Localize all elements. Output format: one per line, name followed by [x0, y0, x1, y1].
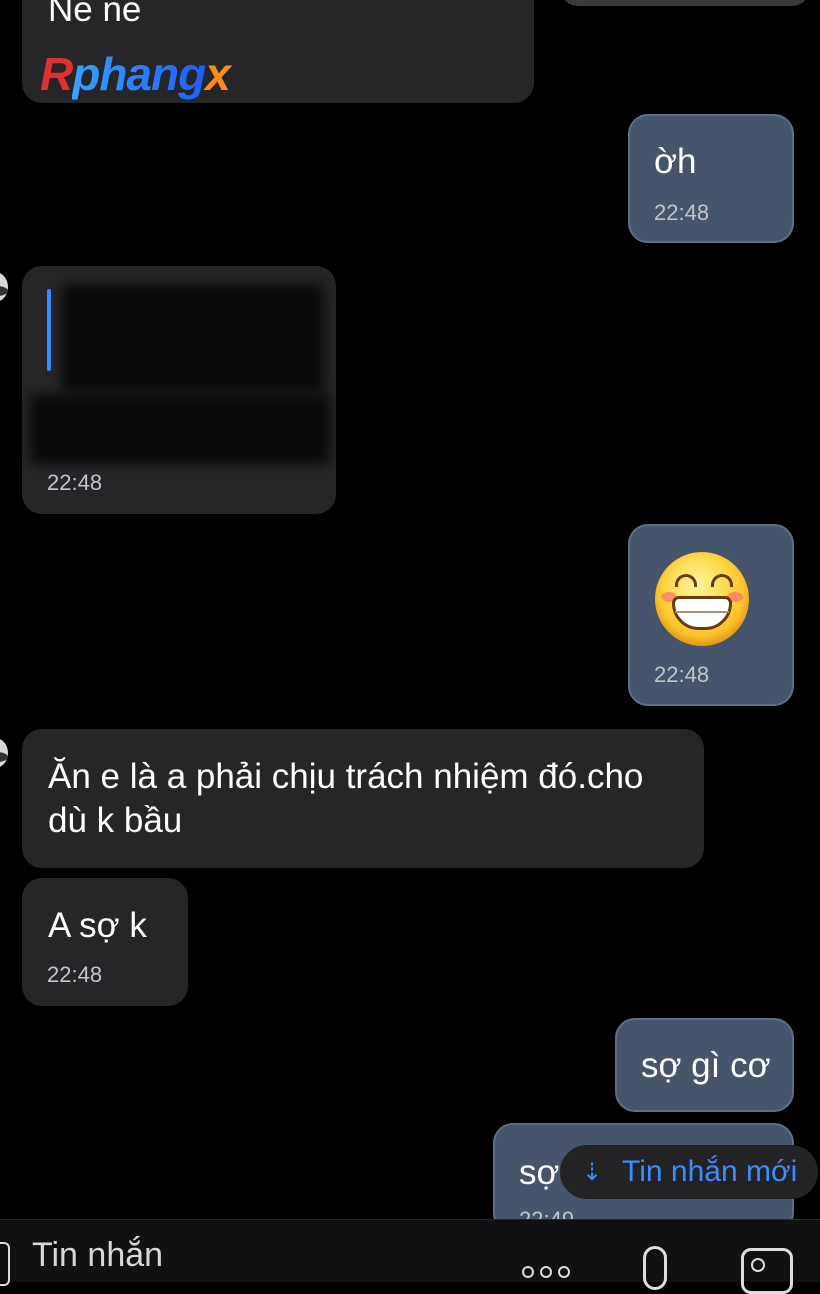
message-time: 22:48 — [654, 200, 710, 225]
message-text: sợ — [519, 1153, 560, 1192]
avatar[interactable] — [0, 272, 8, 302]
message-bubble-incoming[interactable]: A sợ k 22:48 — [22, 878, 188, 1006]
previous-message-edge — [560, 0, 810, 6]
redacted-content — [30, 394, 330, 464]
message-text: sợ gì cơ — [641, 1046, 771, 1085]
avatar[interactable] — [0, 738, 8, 768]
message-bubble-incoming[interactable]: Ăn e là a phải chịu trách nhiệm đó.cho d… — [22, 729, 704, 868]
message-time: 22:48 — [47, 470, 103, 495]
new-messages-button[interactable]: ⇣ Tin nhắn mới — [560, 1145, 818, 1199]
watermark-logo: Rphangx — [40, 48, 231, 100]
message-bubble-outgoing[interactable]: sợ gì cơ — [615, 1018, 794, 1112]
message-bubble-outgoing[interactable]: ờh 22:48 — [628, 114, 794, 243]
message-text: Ăn e là a phải chịu trách nhiệm đó.cho d… — [48, 757, 644, 840]
message-text: A sợ k — [48, 906, 147, 945]
message-composer: Tin nhắn — [0, 1219, 820, 1294]
message-text: ờh — [654, 142, 697, 181]
message-text: Ne ne — [48, 0, 142, 29]
redacted-content — [62, 284, 324, 392]
sticker-icon[interactable] — [0, 1242, 10, 1286]
double-chevron-down-icon: ⇣ — [582, 1159, 603, 1186]
grinning-face-icon — [655, 552, 749, 646]
new-messages-label: Tin nhắn mới — [622, 1155, 798, 1188]
more-icon[interactable] — [522, 1266, 570, 1278]
message-input[interactable]: Tin nhắn — [32, 1236, 163, 1275]
microphone-icon[interactable] — [643, 1246, 667, 1290]
message-time: 22:48 — [654, 662, 710, 687]
message-time: 22:48 — [47, 962, 103, 987]
reply-quote-bar — [47, 289, 51, 371]
image-icon[interactable] — [741, 1248, 793, 1294]
